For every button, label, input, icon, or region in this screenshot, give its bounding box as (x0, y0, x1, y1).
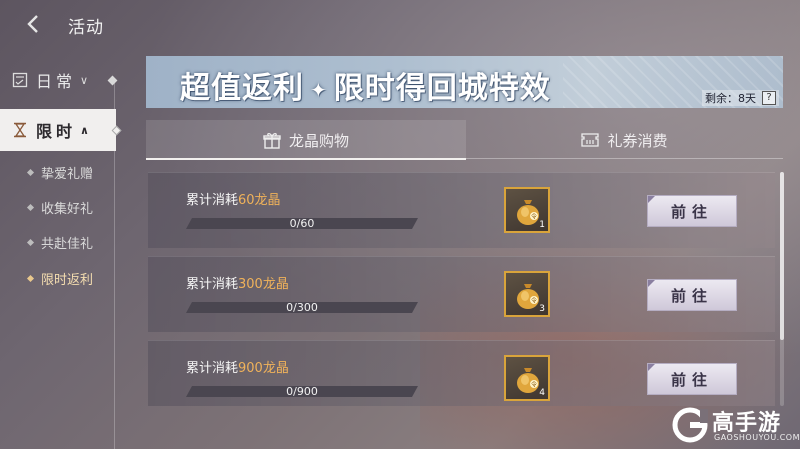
reward-row: 累计消耗300龙晶 0/300 令 3 前往 (148, 256, 775, 332)
reward-row: 累计消耗60龙晶 0/60 令 1 前往 (148, 172, 775, 248)
category-label: 限时 (36, 122, 77, 141)
hourglass-icon (14, 122, 26, 138)
event-banner: 超值返利 ✦ 限时得回城特效 剩余：8天 ? (146, 56, 783, 108)
sidebar-item-gift-of-love[interactable]: 挚爱礼赠 (26, 160, 94, 184)
sidebar-item-label: 共赴佳礼 (41, 236, 94, 252)
bullet-icon (26, 168, 35, 176)
progress-text: 0/900 (286, 385, 318, 398)
category-label: 日常 (36, 72, 77, 91)
svg-text:令: 令 (531, 213, 537, 221)
requirement-prefix: 累计消耗 (186, 193, 239, 208)
requirement-amount: 300龙晶 (238, 277, 289, 292)
reward-count: 1 (539, 220, 545, 230)
reward-requirement: 累计消耗300龙晶 (186, 273, 289, 292)
category-daily[interactable]: 日常 ∨ (0, 60, 118, 100)
tab-divider (466, 158, 783, 159)
requirement-prefix: 累计消耗 (186, 277, 239, 292)
tab-label: 龙晶购物 (288, 131, 349, 150)
sidebar-item-label: 限时返利 (41, 272, 94, 288)
reward-row: 累计消耗900龙晶 0/900 令 4 前往 (148, 340, 775, 406)
sidebar-item-label: 收集好礼 (41, 201, 94, 217)
tab-label: 礼券消费 (607, 131, 668, 150)
tab-dragon-crystal-shopping[interactable]: 龙晶购物 (146, 120, 466, 160)
top-bar: 活动 (0, 0, 800, 50)
help-button[interactable]: ? (762, 91, 776, 105)
category-limited[interactable]: 限时 ∧ (0, 109, 122, 151)
sidebar-item-collect-gifts[interactable]: 收集好礼 (26, 195, 94, 219)
sidebar-item-label: 挚爱礼赠 (41, 166, 94, 182)
banner-title-part1: 超值返利 (180, 71, 304, 106)
progress-bar: 0/300 (186, 302, 418, 313)
requirement-amount: 60龙晶 (238, 193, 281, 208)
progress-bar: 0/900 (186, 386, 418, 397)
scrollbar[interactable] (780, 172, 784, 406)
reward-requirement: 累计消耗900龙晶 (186, 357, 289, 376)
requirement-amount: 900龙晶 (238, 361, 289, 376)
reward-item[interactable]: 令 3 (504, 271, 550, 317)
chevron-up-icon: ∧ (80, 123, 89, 137)
back-button[interactable] (22, 12, 46, 36)
go-button[interactable]: 前往 (647, 363, 737, 395)
sidebar-item-shared-gifts[interactable]: 共赴佳礼 (26, 230, 94, 254)
remaining-time: 剩余：8天 ? (702, 90, 779, 106)
svg-text:令: 令 (531, 297, 537, 305)
diamond-marker-icon (107, 75, 118, 85)
scrollbar-thumb[interactable] (780, 172, 784, 340)
bullet-icon (26, 238, 35, 246)
reward-item[interactable]: 令 1 (504, 187, 550, 233)
sidebar-item-limited-rebate[interactable]: 限时返利 (26, 266, 94, 290)
reward-requirement: 累计消耗60龙晶 (186, 189, 281, 208)
back-arrow-icon (27, 15, 38, 33)
banner-title: 超值返利 ✦ 限时得回城特效 (180, 63, 551, 107)
reward-item[interactable]: 令 4 (504, 355, 550, 401)
progress-bar: 0/60 (186, 218, 418, 229)
brand-logo-icon (672, 407, 708, 443)
progress-text: 0/300 (286, 301, 318, 314)
bullet-icon (26, 274, 35, 282)
svg-text:令: 令 (531, 381, 537, 389)
tab-coupon-consumption[interactable]: 礼券消费 (466, 120, 783, 160)
bullet-icon (26, 203, 35, 211)
progress-text: 0/60 (289, 217, 315, 230)
tab-bar: 龙晶购物 礼券消费 (146, 120, 783, 160)
gift-icon (263, 133, 281, 149)
coupon-icon (581, 133, 600, 147)
watermark-domain: GAOSHOUYOU.COM (714, 433, 800, 442)
requirement-prefix: 累计消耗 (186, 361, 239, 376)
reward-count: 4 (539, 388, 545, 398)
remaining-time-text: 剩余：8天 (705, 92, 756, 105)
watermark: 高手游 GAOSHOUYOU.COM (668, 405, 800, 449)
banner-title-part2: 限时得回城特效 (333, 71, 551, 106)
page-title: 活动 (68, 18, 104, 38)
reward-count: 3 (539, 304, 545, 314)
checklist-icon (12, 72, 28, 88)
go-button[interactable]: 前往 (647, 195, 737, 227)
sparkle-icon: ✦ (310, 77, 328, 102)
diamond-marker-icon (111, 125, 122, 135)
go-button[interactable]: 前往 (647, 279, 737, 311)
sidebar: 日常 ∨ 限时 ∧ 挚爱礼赠 收集好礼 共赴佳礼 限时返利 (0, 50, 122, 449)
chevron-down-icon: ∨ (80, 73, 89, 87)
